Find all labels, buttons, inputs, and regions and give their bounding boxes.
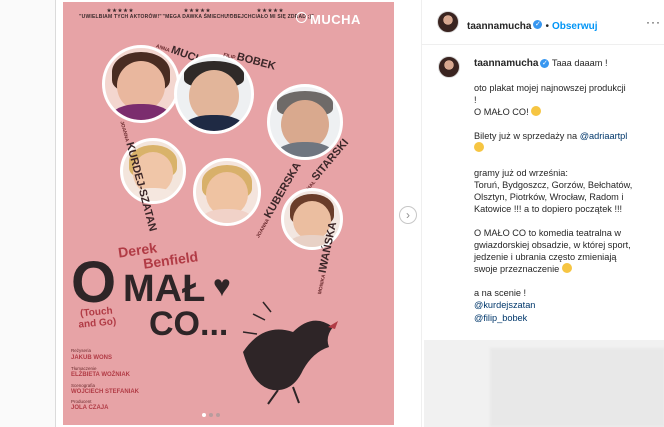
caption-paragraph: Bilety już w sprzedaży na [474,131,580,142]
credit-name: JAKUB WONS [71,355,113,361]
caption-paragraph: oto plakat mojej najnowszej produkcji ! … [474,83,626,118]
credit-label: Tłumaczenie [71,366,97,371]
verified-badge-icon: ✓ [540,59,550,69]
credit-label: Scenografia [71,383,96,388]
chevron-right-icon: › [406,208,410,222]
cast-photo [174,54,254,134]
caption-paragraph: O MAŁO CO to komedia teatralna w gwiazdo… [474,227,631,275]
avatar[interactable] [437,11,459,33]
next-slide-button[interactable]: › [399,206,417,224]
post-caption: taannamucha ✓ Taaa daaam ! oto plakat moj… [474,57,656,324]
credit-name: ELŻBIETA WOŹNIAK [71,372,130,378]
verified-badge-icon: ✓ [533,20,543,30]
cast-photo [102,45,180,123]
caption-intro: Taaa daaam ! [551,58,608,68]
avatar[interactable] [438,56,460,78]
cast-photo [193,158,261,226]
credit-name: JOLA CZAJA [71,405,109,411]
mention-link[interactable]: @adriaartpl [580,131,628,141]
heart-icon: ♥ [213,270,231,303]
title-malo: MAŁ [123,268,206,310]
caption-paragraph: gramy już od września: Toruń, Bydgoszcz,… [474,167,633,214]
emoji-icon [561,263,572,274]
brand-logo-icon [296,12,307,23]
carousel-indicator [202,413,220,417]
more-options-icon[interactable]: ··· [646,15,661,29]
post-header-user: taannamucha ✓ • Obserwuj [467,20,598,32]
brand-logo: MUCHA [310,12,361,27]
emoji-icon [531,106,542,117]
caption-username[interactable]: taannamucha [474,58,538,69]
post-image-poster[interactable]: ★★★★★ "UWIELBIAM TYCH AKTORÓW!" ★★★★★ "MEG… [63,2,394,425]
carousel-dot [209,413,213,417]
title-co: CO... [149,305,229,343]
credit-label: Reżyseria [71,348,92,353]
blurred-overlay [490,348,664,427]
post-sidebar: taannamucha ✓ • Obserwuj ··· taannamucha ✓ T… [421,0,664,427]
title-o: O [71,250,117,315]
follow-button[interactable]: Obserwuj [552,21,598,32]
subtitle: (Touch and Go) [78,305,117,331]
caption-paragraph: a na scenie ! [474,288,527,299]
running-chicken-illustration [242,301,338,405]
mention-link[interactable]: @kurdejszatan [474,300,535,310]
emoji-icon [474,142,484,153]
credit-label: Producent [71,399,92,404]
username[interactable]: taannamucha [467,21,531,32]
mention-link[interactable]: @filip_bobek [474,313,527,323]
post-header: taannamucha ✓ • Obserwuj ··· [422,0,664,45]
carousel-dot [216,413,220,417]
credit-name: WOJCIECH STEFANIAK [71,389,140,395]
carousel-dot-active [202,413,206,417]
